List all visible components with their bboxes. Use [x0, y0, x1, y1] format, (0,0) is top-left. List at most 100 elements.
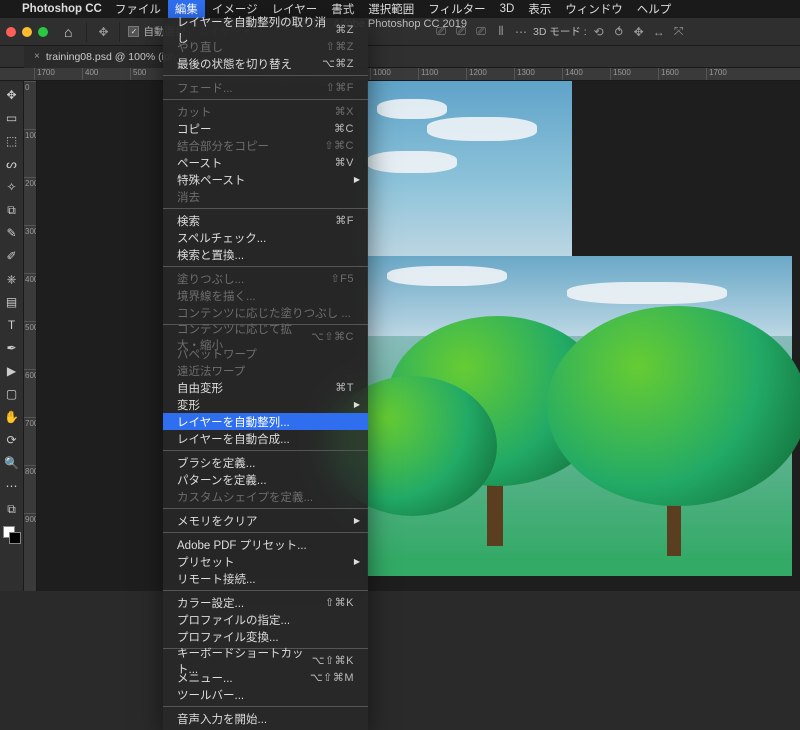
- menu-item-label: ブラシを定義...: [177, 455, 255, 471]
- menu-item-shortcut: ⌘V: [335, 156, 354, 169]
- home-icon[interactable]: ⌂: [64, 24, 72, 40]
- menu-item[interactable]: 特殊ペースト: [163, 171, 368, 188]
- menu-item-label: カット: [177, 104, 212, 120]
- menu-item[interactable]: 検索と置換...: [163, 246, 368, 263]
- pan-icon[interactable]: ✥: [631, 25, 647, 39]
- menu-item[interactable]: メニュー...⌥⇧⌘M: [163, 669, 368, 686]
- menu-item-label: パペットワープ: [177, 346, 257, 362]
- app-name[interactable]: Photoshop CC: [16, 3, 108, 15]
- menu-item[interactable]: ペースト ⌘V: [163, 154, 368, 171]
- menu-item[interactable]: 変形: [163, 396, 368, 413]
- brush-tool-icon[interactable]: ✐: [2, 246, 22, 266]
- menu-ヘルプ[interactable]: ヘルプ: [630, 0, 679, 18]
- foreground-background-colors[interactable]: [3, 526, 21, 544]
- canvas[interactable]: [37, 81, 800, 591]
- menu-item[interactable]: 音声入力を開始...: [163, 710, 368, 727]
- menu-item-shortcut: ⇧⌘Z: [326, 40, 354, 53]
- menu-item[interactable]: 最後の状態を切り替え⌥⌘Z: [163, 55, 368, 72]
- menu-item[interactable]: メモリをクリア: [163, 512, 368, 529]
- menu-item-label: ツールバー...: [177, 687, 244, 703]
- menu-item[interactable]: ブラシを定義...: [163, 454, 368, 471]
- shape-tool-icon[interactable]: ▢: [2, 384, 22, 404]
- menu-item[interactable]: コピー⌘C: [163, 120, 368, 137]
- menu-item[interactable]: リモート接続...: [163, 570, 368, 587]
- menu-item-label: コピー: [177, 121, 212, 137]
- menu-item-shortcut: ⌘F: [335, 214, 354, 227]
- menu-item: カスタムシェイプを定義...: [163, 488, 368, 505]
- orbit-icon[interactable]: ⟲: [591, 25, 607, 39]
- slide-icon[interactable]: ↔: [651, 25, 667, 39]
- move-tool-icon[interactable]: ✥: [95, 25, 111, 39]
- menu-item[interactable]: プロファイル変換...: [163, 628, 368, 645]
- menu-item-label: プリセット: [177, 554, 235, 570]
- menu-item[interactable]: レイヤーを自動整列の取り消し⌘Z: [163, 21, 368, 38]
- gradient-tool-icon[interactable]: ▤: [2, 292, 22, 312]
- menu-item[interactable]: カラー設定...⇧⌘K: [163, 594, 368, 611]
- pen-tool-icon[interactable]: ✒: [2, 338, 22, 358]
- menu-item[interactable]: キーボードショートカット...⌥⇧⌘K: [163, 652, 368, 669]
- window-controls[interactable]: [6, 27, 48, 37]
- menu-item[interactable]: プリセット: [163, 553, 368, 570]
- path-select-tool-icon[interactable]: ▶: [2, 361, 22, 381]
- screen-mode-icon[interactable]: ⧉: [2, 499, 22, 519]
- ruler-vertical[interactable]: 0100200300400500600700800900: [24, 81, 37, 591]
- menu-item-label: リモート接続...: [177, 571, 256, 587]
- minimize-window-icon[interactable]: [22, 27, 32, 37]
- edit-toolbar-icon[interactable]: ⋯: [2, 476, 22, 496]
- menu-ファイル[interactable]: ファイル: [108, 0, 168, 18]
- marquee-tool-icon[interactable]: ⬚: [2, 131, 22, 151]
- clone-stamp-tool-icon[interactable]: ⎈: [2, 269, 22, 289]
- divider: [119, 22, 120, 42]
- menu-item-label: 塗りつぶし...: [177, 271, 244, 287]
- lasso-tool-icon[interactable]: ᔕ: [2, 154, 22, 174]
- eyedropper-tool-icon[interactable]: ✎: [2, 223, 22, 243]
- hand-tool-icon[interactable]: ✋: [2, 407, 22, 427]
- menu-item[interactable]: Adobe PDF プリセット...: [163, 536, 368, 553]
- menu-item[interactable]: パターンを定義...: [163, 471, 368, 488]
- crop-tool-icon[interactable]: ⧉: [2, 200, 22, 220]
- document-tabs: × training08.psd @ 100% (iph_c...: [0, 46, 800, 68]
- menu-ウィンドウ[interactable]: ウィンドウ: [558, 0, 630, 18]
- auto-select-checkbox[interactable]: ✓: [128, 26, 139, 37]
- close-window-icon[interactable]: [6, 27, 16, 37]
- menu-item[interactable]: 自由変形⌘T: [163, 379, 368, 396]
- menu-item[interactable]: ツールバー...: [163, 686, 368, 703]
- menu-item-label: 自由変形: [177, 380, 223, 396]
- menu-item-label: 音声入力を開始...: [177, 711, 267, 727]
- more-icon[interactable]: ⋯: [513, 25, 529, 39]
- menu-item-label: 遠近法ワープ: [177, 363, 245, 379]
- move-tool-icon[interactable]: ✥: [2, 85, 22, 105]
- distribute-icon[interactable]: ⫴: [493, 24, 509, 39]
- type-tool-icon[interactable]: T: [2, 315, 22, 335]
- close-tab-icon[interactable]: ×: [34, 51, 40, 62]
- scale-icon[interactable]: ⤧: [671, 24, 687, 39]
- menu-item-label: パターンを定義...: [177, 472, 267, 488]
- menu-item-shortcut: ⌥⌘Z: [322, 57, 354, 70]
- rotate-view-tool-icon[interactable]: ⟳: [2, 430, 22, 450]
- menu-item-label: 境界線を描く...: [177, 288, 256, 304]
- menu-表示[interactable]: 表示: [521, 0, 558, 18]
- zoom-window-icon[interactable]: [38, 27, 48, 37]
- menu-item[interactable]: レイヤーを自動合成...: [163, 430, 368, 447]
- magic-wand-tool-icon[interactable]: ✧: [2, 177, 22, 197]
- menu-フィルター[interactable]: フィルター: [421, 0, 492, 18]
- menu-item: 結合部分をコピー⇧⌘C: [163, 137, 368, 154]
- roll-icon[interactable]: ⥀: [611, 25, 627, 39]
- menu-選択範囲[interactable]: 選択範囲: [361, 0, 421, 18]
- artboard-tool-icon[interactable]: ▭: [2, 108, 22, 128]
- align-right-icon[interactable]: ⎚: [473, 24, 489, 39]
- menu-item[interactable]: レイヤーを自動整列...: [163, 413, 368, 430]
- menu-item[interactable]: スペルチェック...: [163, 229, 368, 246]
- menu-item[interactable]: プロファイルの指定...: [163, 611, 368, 628]
- layer-image-2: [367, 256, 792, 576]
- menu-item-label: カラー設定...: [177, 595, 244, 611]
- menu-item-label: ペースト: [177, 155, 222, 171]
- ruler-horizontal[interactable]: 1700400500600700800900100011001200130014…: [0, 68, 800, 81]
- tools-panel: ✥ ▭ ⬚ ᔕ ✧ ⧉ ✎ ✐ ⎈ ▤ T ✒ ▶ ▢ ✋ ⟳ 🔍 ⋯ ⧉: [0, 81, 24, 591]
- menu-item[interactable]: 検索⌘F: [163, 212, 368, 229]
- zoom-tool-icon[interactable]: 🔍: [2, 453, 22, 473]
- menu-item: コンテンツに応じて拡大・縮小⌥⇧⌘C: [163, 328, 368, 345]
- layer-image-1: [367, 81, 572, 256]
- menu-item: カット⌘X: [163, 103, 368, 120]
- menu-3D[interactable]: 3D: [493, 0, 522, 18]
